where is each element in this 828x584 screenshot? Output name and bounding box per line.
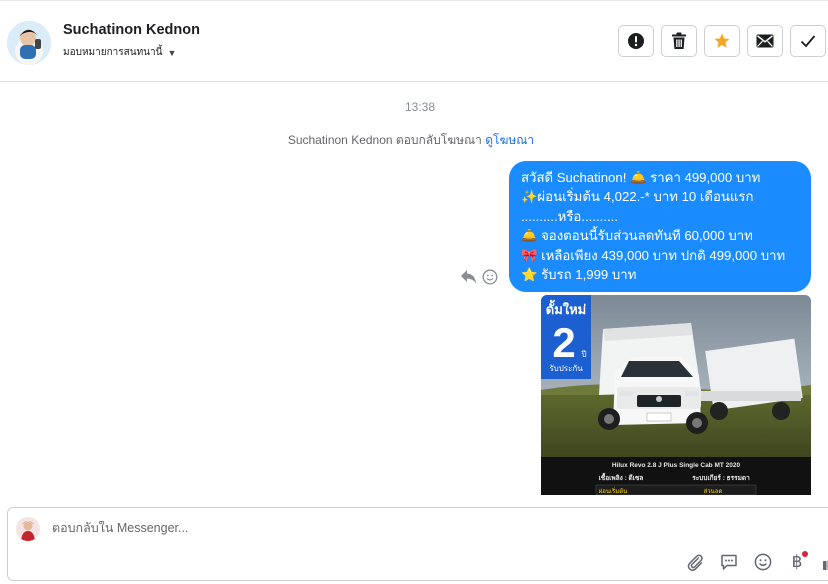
composer-toolbar: ฿ [684,551,828,573]
conversation-header: Suchatinon Kednon มอบหมายการสนทนานี้ ▼ [0,0,828,82]
message-line: ..........หรือ.......... [521,208,618,224]
assign-label: มอบหมายการสนทนานี้ [63,47,163,58]
attach-button[interactable] [684,551,706,573]
ad-reply-note: Suchatinon Kednon ตอบกลับโฆษณา ดูโฆษณา [0,131,822,150]
badge-number-text: 2 [552,319,575,366]
assign-conversation-dropdown[interactable]: มอบหมายการสนทนานี้ ▼ [63,45,176,60]
chat-bubble-icon [721,554,737,570]
saved-replies-button[interactable] [718,551,740,573]
ad-image-attachment[interactable]: ดั้มใหม่ 2 ปี รับประกัน Hilux Revo 2.8 J… [541,295,811,495]
delete-button[interactable] [661,25,697,57]
badge-unit-text: ปี [581,350,587,359]
page-avatar [16,517,40,541]
checkmark-icon [800,35,816,48]
message-input[interactable] [52,521,652,535]
mark-spam-button[interactable] [618,25,654,57]
thumbs-up-icon [823,560,828,570]
contact-name[interactable]: Suchatinon Kednon [63,22,200,38]
avatar-photo [7,21,51,65]
conversation-actions [618,25,826,57]
message-line: ⭐ รับรถ 1,999 บาท [521,267,637,283]
message-tools [460,269,498,285]
message-timestamp: 13:38 [404,100,436,114]
message-composer: ฿ [7,507,828,581]
caret-down-icon: ▼ [167,47,177,58]
paperclip-icon [687,554,703,571]
envelope-icon [756,34,774,48]
ad-reply-text: Suchatinon Kednon ตอบกลับโฆษณา [287,133,482,147]
page-avatar-image [16,517,40,541]
smiley-icon [754,553,772,571]
mark-unread-button[interactable] [747,25,783,57]
mark-done-button[interactable] [790,25,826,57]
contact-avatar[interactable] [7,21,51,65]
truck-ad-image: ดั้มใหม่ 2 ปี รับประกัน Hilux Revo 2.8 J… [541,295,811,495]
message-line: ✨ผ่อนเริ่มต้น 4,022.-* บาท 10 เดือนแรก [521,189,754,205]
like-button[interactable] [820,551,828,573]
sent-message-bubble[interactable]: สวัสดี Suchatinon! 🛎️ ราคา 499,000 บาท ✨… [509,161,811,293]
ad-footer-right-text: ส่วนลด [704,488,723,495]
ad-footer-left-text: ผ่อนเริ่มต้น [599,487,627,495]
message-line: 🛎️ จองตอนนี้รับส่วนลดทันที 60,000 บาท [521,228,753,244]
react-smiley-icon[interactable] [482,269,498,285]
emoji-button[interactable] [752,551,774,573]
payment-button[interactable]: ฿ [786,551,808,573]
trash-icon [672,32,686,49]
ad-model-text: Hilux Revo 2.8 J Plus Single Cab MT 2020 [612,462,741,469]
exclamation-circle-icon [628,33,644,49]
message-line: 🎀 เหลือเพียง 439,000 บาท ปกติ 499,000 บา… [521,247,786,263]
star-icon [714,33,730,48]
badge-top-text: ดั้มใหม่ [546,299,587,317]
ad-gear-text: ระบบเกียร์ : ธรรมดา [692,474,750,482]
reply-arrow-icon[interactable] [460,269,478,285]
notification-dot [802,551,808,557]
badge-bottom-text: รับประกัน [549,364,583,373]
baht-icon: ฿ [791,552,803,572]
star-button[interactable] [704,25,740,57]
view-ad-link[interactable]: ดูโฆษณา [485,133,534,147]
message-line: สวัสดี Suchatinon! 🛎️ ราคา 499,000 บาท [521,170,761,185]
conversation-thread[interactable]: 13:38 Suchatinon Kednon ตอบกลับโฆษณา ดูโ… [0,83,828,506]
